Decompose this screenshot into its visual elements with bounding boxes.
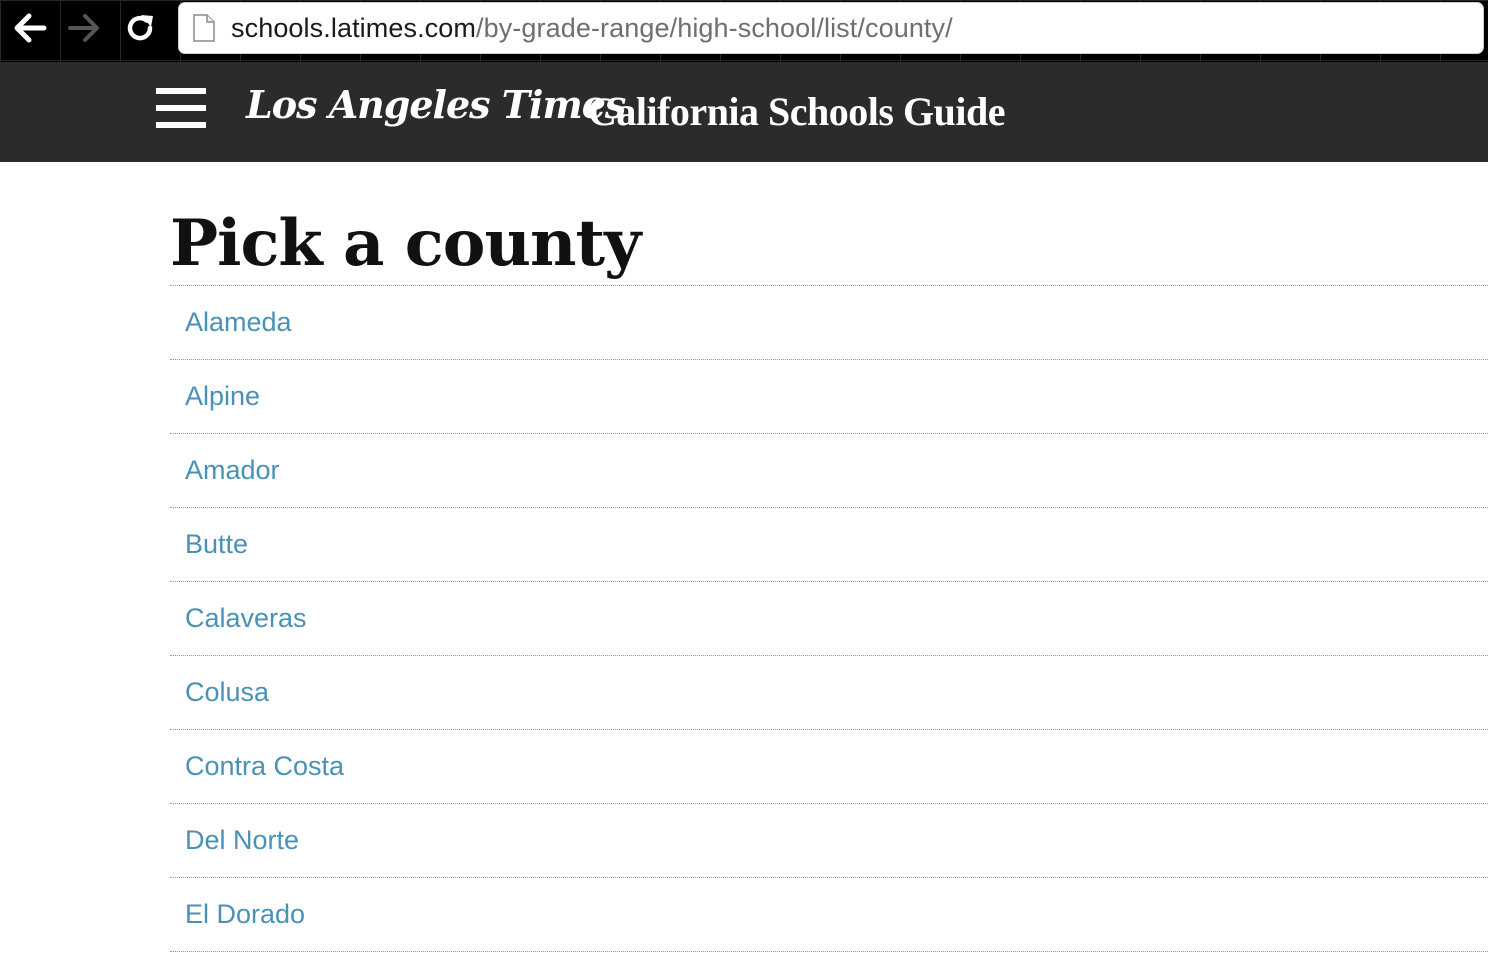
browser-toolbar: schools.latimes.com/by-grade-range/high-… bbox=[0, 0, 1488, 62]
list-item: El Dorado bbox=[170, 878, 1488, 952]
county-list: Alameda Alpine Amador Butte Calaveras Co… bbox=[170, 286, 1488, 952]
county-link-amador[interactable]: Amador bbox=[185, 455, 280, 486]
reload-icon bbox=[127, 15, 153, 41]
main-content: Pick a county Alameda Alpine Amador Butt… bbox=[170, 162, 1488, 952]
list-item: Amador bbox=[170, 434, 1488, 508]
latimes-logo[interactable]: Los Angeles Times bbox=[246, 82, 626, 127]
list-item: Alameda bbox=[170, 286, 1488, 360]
list-item: Butte bbox=[170, 508, 1488, 582]
county-link-colusa[interactable]: Colusa bbox=[185, 677, 269, 708]
url-path: /by-grade-range/high-school/list/county/ bbox=[475, 12, 953, 43]
county-link-alameda[interactable]: Alameda bbox=[185, 307, 292, 338]
menu-bar-top bbox=[156, 88, 206, 94]
list-item: Calaveras bbox=[170, 582, 1488, 656]
hamburger-menu-icon[interactable] bbox=[156, 88, 206, 130]
url-text: schools.latimes.com/by-grade-range/high-… bbox=[231, 13, 953, 44]
county-link-el-dorado[interactable]: El Dorado bbox=[185, 899, 305, 930]
county-link-alpine[interactable]: Alpine bbox=[185, 381, 260, 412]
list-item: Alpine bbox=[170, 360, 1488, 434]
list-item: Del Norte bbox=[170, 804, 1488, 878]
page-title: Pick a county bbox=[170, 162, 1488, 286]
url-domain: schools.latimes.com bbox=[231, 12, 476, 43]
menu-bar-bottom bbox=[156, 122, 206, 128]
arrow-left-icon bbox=[14, 13, 47, 43]
county-link-contra-costa[interactable]: Contra Costa bbox=[185, 751, 344, 782]
reload-button[interactable] bbox=[120, 8, 160, 48]
back-button[interactable] bbox=[10, 8, 50, 48]
site-header: Los Angeles Times California Schools Gui… bbox=[0, 62, 1488, 162]
page-icon bbox=[193, 13, 215, 43]
list-item: Contra Costa bbox=[170, 730, 1488, 804]
county-link-butte[interactable]: Butte bbox=[185, 529, 248, 560]
arrow-right-icon bbox=[68, 14, 99, 42]
guide-title: California Schools Guide bbox=[588, 89, 1005, 134]
county-link-del-norte[interactable]: Del Norte bbox=[185, 825, 299, 856]
county-link-calaveras[interactable]: Calaveras bbox=[185, 603, 307, 634]
list-item: Colusa bbox=[170, 656, 1488, 730]
address-bar[interactable]: schools.latimes.com/by-grade-range/high-… bbox=[178, 2, 1484, 54]
menu-bar-middle bbox=[156, 105, 206, 111]
forward-button[interactable] bbox=[64, 8, 104, 48]
